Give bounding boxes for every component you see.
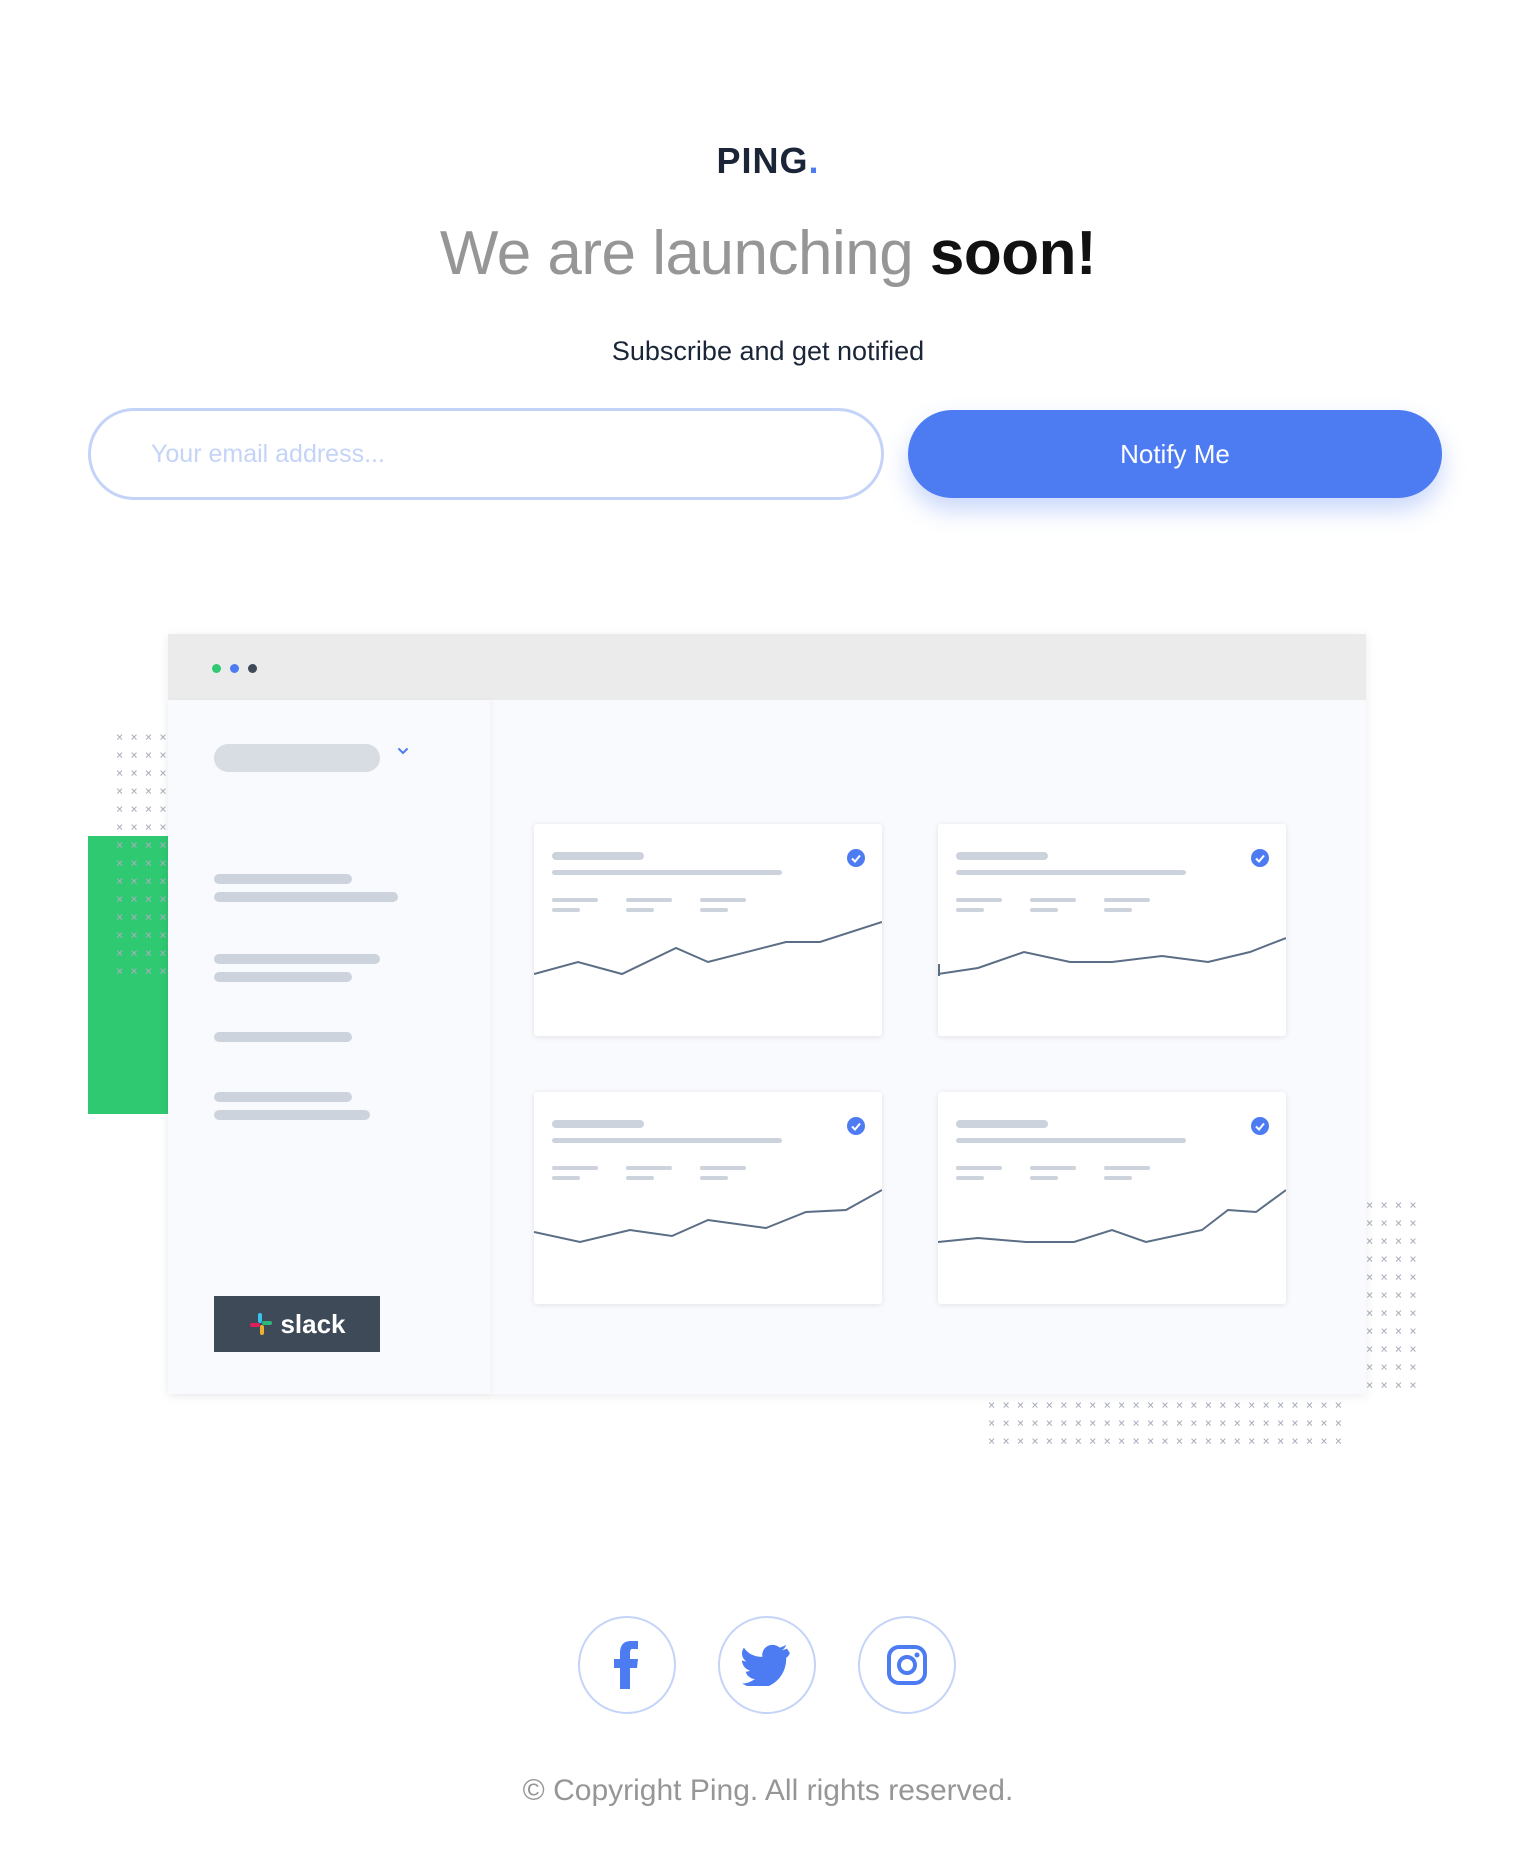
brand-dot: . [808,140,820,181]
decorative-cross-pattern: × × × × × × × × × × × × × × × × × × × × … [1366,1198,1417,1392]
placeholder-line [214,1032,352,1042]
brand-name: PING [716,140,809,181]
slack-button[interactable]: slack [214,1296,380,1352]
window-title-bar [168,634,1366,700]
placeholder-line [214,972,352,982]
app-preview-window: slack [168,634,1366,1394]
placeholder-line [214,1110,370,1120]
page-title: We are launching soon! [0,218,1536,289]
instagram-link[interactable] [858,1616,956,1714]
subtitle: Subscribe and get notified [611,336,925,366]
placeholder-line [214,954,380,964]
sparkline [534,921,882,976]
window-dot [248,664,257,673]
sparkline [938,937,1286,976]
title-bold: soon! [929,219,1097,288]
title-light: We are launching [439,219,930,288]
instagram-icon [887,1645,927,1685]
decorative-cross-pattern: × × × × × × × × × × × × × × × × × × × × … [988,1398,1343,1448]
sparkline [534,1189,882,1244]
chart-card [534,824,882,1036]
sparkline [938,1189,1286,1244]
chart-card [938,824,1286,1036]
window-dot [230,664,239,673]
placeholder-line [214,874,352,884]
chevron-down-icon [396,744,410,763]
preview-sidebar: slack [168,700,490,1394]
decorative-cross-pattern: × × × × × × × × × × × × × × × × × × × × … [116,730,167,978]
email-field[interactable] [88,408,884,500]
twitter-icon [742,1644,790,1686]
facebook-link[interactable] [578,1616,676,1714]
slack-label: slack [280,1308,346,1339]
twitter-link[interactable] [718,1616,816,1714]
chart-card [534,1092,882,1304]
placeholder-line [214,1092,352,1102]
slack-icon [250,1313,273,1335]
brand-logo: PING. [0,140,1536,182]
preview-select [214,744,380,772]
notify-me-button[interactable]: Notify Me [908,410,1442,498]
window-dot [212,664,221,673]
placeholder-line [214,892,398,902]
chart-card [938,1092,1286,1304]
copyright-text: © Copyright Ping. All rights reserved. [522,1774,1014,1807]
facebook-icon [614,1641,638,1689]
